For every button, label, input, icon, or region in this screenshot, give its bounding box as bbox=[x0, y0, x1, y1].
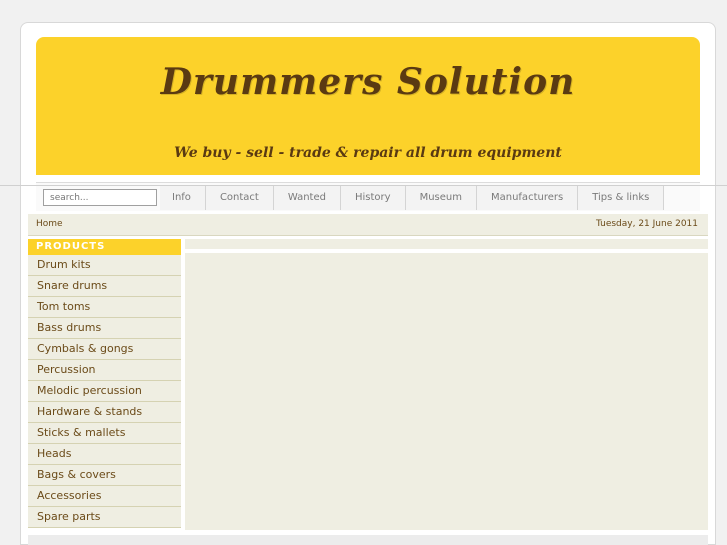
sidebar-item-snare-drums[interactable]: Snare drums bbox=[28, 276, 181, 297]
breadcrumb-bar: Home Tuesday, 21 June 2011 bbox=[28, 214, 708, 236]
nav-item-contact[interactable]: Contact bbox=[205, 186, 274, 210]
sidebar-item-bags-covers[interactable]: Bags & covers bbox=[28, 465, 181, 486]
main-content-area bbox=[185, 253, 708, 530]
sidebar-item-melodic-percussion[interactable]: Melodic percussion bbox=[28, 381, 181, 402]
products-header: PRODUCTS bbox=[28, 239, 181, 255]
sidebar-item-hardware-stands[interactable]: Hardware & stands bbox=[28, 402, 181, 423]
sidebar-item-accessories[interactable]: Accessories bbox=[28, 486, 181, 507]
main-navigation: Info Contact Wanted History Museum Manuf… bbox=[36, 182, 700, 211]
sidebar-item-percussion[interactable]: Percussion bbox=[28, 360, 181, 381]
sidebar-item-heads[interactable]: Heads bbox=[28, 444, 181, 465]
nav-item-tips-links[interactable]: Tips & links bbox=[578, 186, 665, 210]
products-sidebar: PRODUCTS Drum kits Snare drums Tom toms … bbox=[28, 239, 181, 528]
nav-item-info[interactable]: Info bbox=[160, 186, 206, 210]
nav-item-museum[interactable]: Museum bbox=[405, 186, 477, 210]
sidebar-item-sticks-mallets[interactable]: Sticks & mallets bbox=[28, 423, 181, 444]
nav-item-history[interactable]: History bbox=[340, 186, 406, 210]
current-date: Tuesday, 21 June 2011 bbox=[595, 219, 698, 229]
sidebar-item-bass-drums[interactable]: Bass drums bbox=[28, 318, 181, 339]
site-title[interactable]: Drummers Solution bbox=[36, 61, 700, 103]
sidebar-item-cymbals-gongs[interactable]: Cymbals & gongs bbox=[28, 339, 181, 360]
site-banner: Drummers Solution We buy - sell - trade … bbox=[36, 37, 700, 175]
content-top-strip bbox=[185, 239, 708, 249]
breadcrumb-home-link[interactable]: Home bbox=[36, 219, 63, 229]
nav-item-wanted[interactable]: Wanted bbox=[273, 186, 341, 210]
sidebar-item-drum-kits[interactable]: Drum kits bbox=[28, 255, 181, 276]
search-input[interactable] bbox=[43, 189, 157, 206]
sidebar-item-tom-toms[interactable]: Tom toms bbox=[28, 297, 181, 318]
header-divider bbox=[0, 185, 727, 186]
sidebar-item-spare-parts[interactable]: Spare parts bbox=[28, 507, 181, 528]
nav-item-manufacturers[interactable]: Manufacturers bbox=[476, 186, 579, 210]
nav-menu: Info Contact Wanted History Museum Manuf… bbox=[160, 186, 665, 210]
footer-bar bbox=[28, 535, 708, 545]
site-tagline: We buy - sell - trade & repair all drum … bbox=[174, 145, 562, 161]
